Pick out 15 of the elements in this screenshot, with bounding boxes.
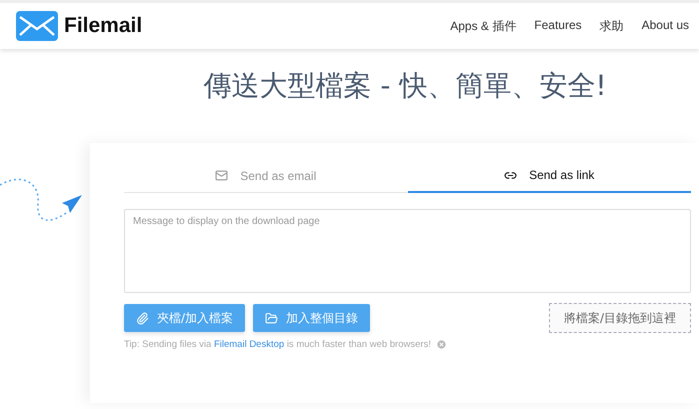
drop-zone[interactable]: 將檔案/目錄拖到這裡 (548, 303, 691, 333)
close-icon[interactable] (436, 339, 447, 350)
nav-link[interactable]: About us (642, 18, 689, 34)
envelope-icon (215, 169, 228, 182)
tip-text: Tip: Sending files via Filemail Desktop is much faster than web browsers! (124, 339, 431, 350)
headline: 傳送大型檔案 - 快、簡單、安全! (202, 68, 608, 104)
message-field[interactable]: Message to display on the download page (124, 209, 691, 293)
tab[interactable]: Send as link (408, 159, 691, 193)
nav-link[interactable]: 求助 (600, 18, 624, 34)
nav-link[interactable]: Features (534, 18, 582, 34)
paperclip-icon (136, 312, 149, 324)
logo-icon (16, 11, 58, 41)
folder-icon (265, 312, 278, 324)
logo-text: Filemail (64, 14, 142, 38)
nav-link[interactable]: Apps & 插件 (450, 18, 516, 34)
